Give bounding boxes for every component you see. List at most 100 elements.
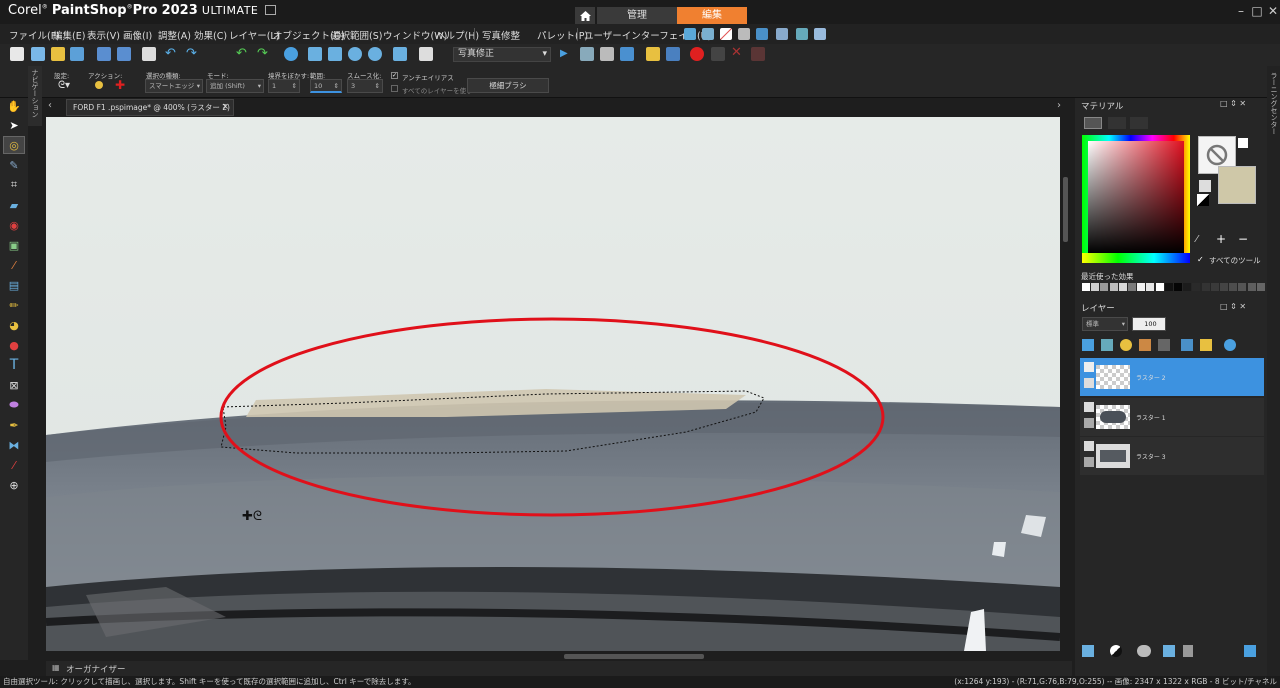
copy-icon[interactable] [419,47,433,61]
lock-layer-icon[interactable] [1200,339,1212,351]
recent-swatch[interactable] [1192,283,1201,291]
menu-selections[interactable]: 選択範囲(S) [331,28,382,42]
horizontal-scrollbar[interactable] [46,651,1060,661]
new-grid-icon[interactable] [31,47,45,61]
cancel-script-icon[interactable]: ✕ [731,45,742,60]
pick-tool-icon[interactable]: ➤ [3,116,25,134]
feather-input[interactable]: 1 ⇕ [268,79,300,93]
selection-type-select[interactable]: スマートエッジ ▾ [145,79,203,93]
recent-swatch[interactable] [1220,283,1228,291]
red-eye-tool-icon[interactable]: ◉ [3,216,25,234]
recent-swatch[interactable] [1210,283,1219,291]
script-stop-icon[interactable] [751,47,765,61]
workspace-icon[interactable] [684,28,696,40]
layer-mask-icon[interactable] [1110,645,1122,657]
visibility-icon[interactable] [1084,402,1094,412]
background-swatch[interactable] [1218,166,1256,204]
menu-help[interactable]: ヘルプ(H) [436,28,479,42]
new-vector-layer-icon[interactable] [1101,339,1113,351]
play-icon[interactable]: ▶ [560,48,568,59]
eraser-tool-icon[interactable]: ✏ [3,296,25,314]
eyedropper-icon[interactable]: ⁄ [1196,234,1198,245]
tab-scroll-right-icon[interactable]: › [1057,100,1061,111]
recent-swatch[interactable] [1201,283,1210,291]
horizontal-scroll-thumb[interactable] [564,654,704,659]
info-icon[interactable] [284,47,298,61]
workspace-icon[interactable] [796,28,808,40]
recent-swatch[interactable] [1146,283,1155,291]
mesh-warp-icon[interactable]: ⧓ [3,436,25,454]
layer-lock-icon[interactable] [1084,378,1094,388]
add-action-icon[interactable]: ✚ [115,78,125,92]
materials-controls-icon[interactable]: □ ⇕ ✕ [1220,99,1246,108]
app-menu-icon[interactable] [264,5,276,15]
script-icon[interactable] [580,47,594,61]
close-tab-icon[interactable]: × [221,100,229,115]
material-properties-icon[interactable] [1199,180,1211,192]
layers-controls-icon[interactable]: □ ⇕ ✕ [1220,302,1246,311]
learning-center-strip[interactable]: ラーニングセンター [1267,66,1280,676]
workspace-icon[interactable] [702,28,714,40]
pan-tool-icon[interactable]: ✋ [3,97,25,115]
layer-new-icon[interactable] [1082,645,1094,657]
menu-palettes[interactable]: パレット(P) [537,28,588,42]
color-changer-icon[interactable]: ● [3,336,25,354]
opacity-input[interactable]: 100 [1132,317,1166,331]
layer-properties-icon[interactable] [1224,339,1236,351]
add-tool-icon[interactable]: ⊕ [3,476,25,494]
material-frame-icon[interactable] [1084,117,1102,129]
fill-tool-icon[interactable]: ◕ [3,316,25,334]
layer-link-icon[interactable] [1137,645,1151,657]
workspace-icon[interactable] [814,28,826,40]
new-raster-layer-icon[interactable] [1082,339,1094,351]
workspace-icon[interactable] [756,28,768,40]
script-folder-icon[interactable] [646,47,660,61]
open-folder-icon[interactable] [51,47,65,61]
zoom-out-icon[interactable] [368,47,382,61]
tab-scroll-left-icon[interactable]: ‹ [48,100,52,111]
all-tools-checkbox[interactable]: ✓ [1197,255,1204,264]
ellipse-tool-icon[interactable]: ⬬ [3,396,25,414]
history-forward-icon[interactable]: ↷ [257,46,268,61]
smoothing-input[interactable]: 3 ⇕ [347,79,383,93]
color-picker-square[interactable] [1088,141,1184,253]
dropper-tool-icon[interactable]: ✎ [3,156,25,174]
text-tool-icon[interactable]: T [3,356,25,374]
close-button[interactable]: ✕ [1264,2,1280,20]
smudge-tool-icon[interactable]: ⁄ [3,456,25,474]
use-all-layers-checkbox[interactable] [391,85,398,92]
delete-layer-icon[interactable] [1183,645,1193,657]
recent-swatch[interactable] [1137,283,1146,291]
layer-row[interactable]: ラスター 1 [1080,398,1264,436]
layer-lock-icon[interactable] [1084,457,1094,467]
tab-manage[interactable]: 管理 [597,7,677,24]
undo-icon[interactable]: ↶ [165,46,176,61]
navigation-strip[interactable]: ナビゲーション [28,66,42,126]
save-icon[interactable] [97,47,111,61]
layer-settings-icon[interactable] [1244,645,1256,657]
visibility-icon[interactable] [1084,441,1094,451]
clone-tool-icon[interactable]: ▣ [3,236,25,254]
script-save-icon[interactable] [666,47,680,61]
material-rainbow-icon[interactable] [1108,117,1126,129]
edit-script-icon[interactable] [600,47,614,61]
organizer-bar[interactable]: ▦ オーガナイザー [46,661,1072,676]
zoom-in-icon[interactable] [348,47,362,61]
new-file-icon[interactable] [10,47,24,61]
adjustment-layer-icon[interactable] [1120,339,1132,351]
redo-icon[interactable]: ↷ [186,46,197,61]
recent-swatch[interactable] [1238,283,1247,291]
link-layers-icon[interactable] [1181,339,1193,351]
recent-swatch[interactable] [1082,283,1090,291]
brush-button[interactable]: 極細ブラシ [467,78,549,93]
recent-swatch[interactable] [1091,283,1100,291]
recent-swatch[interactable] [1109,283,1118,291]
print-icon[interactable] [142,47,156,61]
recent-swatch[interactable] [1183,283,1192,291]
scanner-icon[interactable] [70,47,84,61]
pause-icon[interactable] [711,47,725,61]
menu-image[interactable]: 画像(I) [123,28,152,42]
mode-select[interactable]: 追加 (Shift) ▾ [206,79,264,93]
menu-effects[interactable]: 効果(C) [194,28,227,42]
record-icon[interactable] [690,47,704,61]
